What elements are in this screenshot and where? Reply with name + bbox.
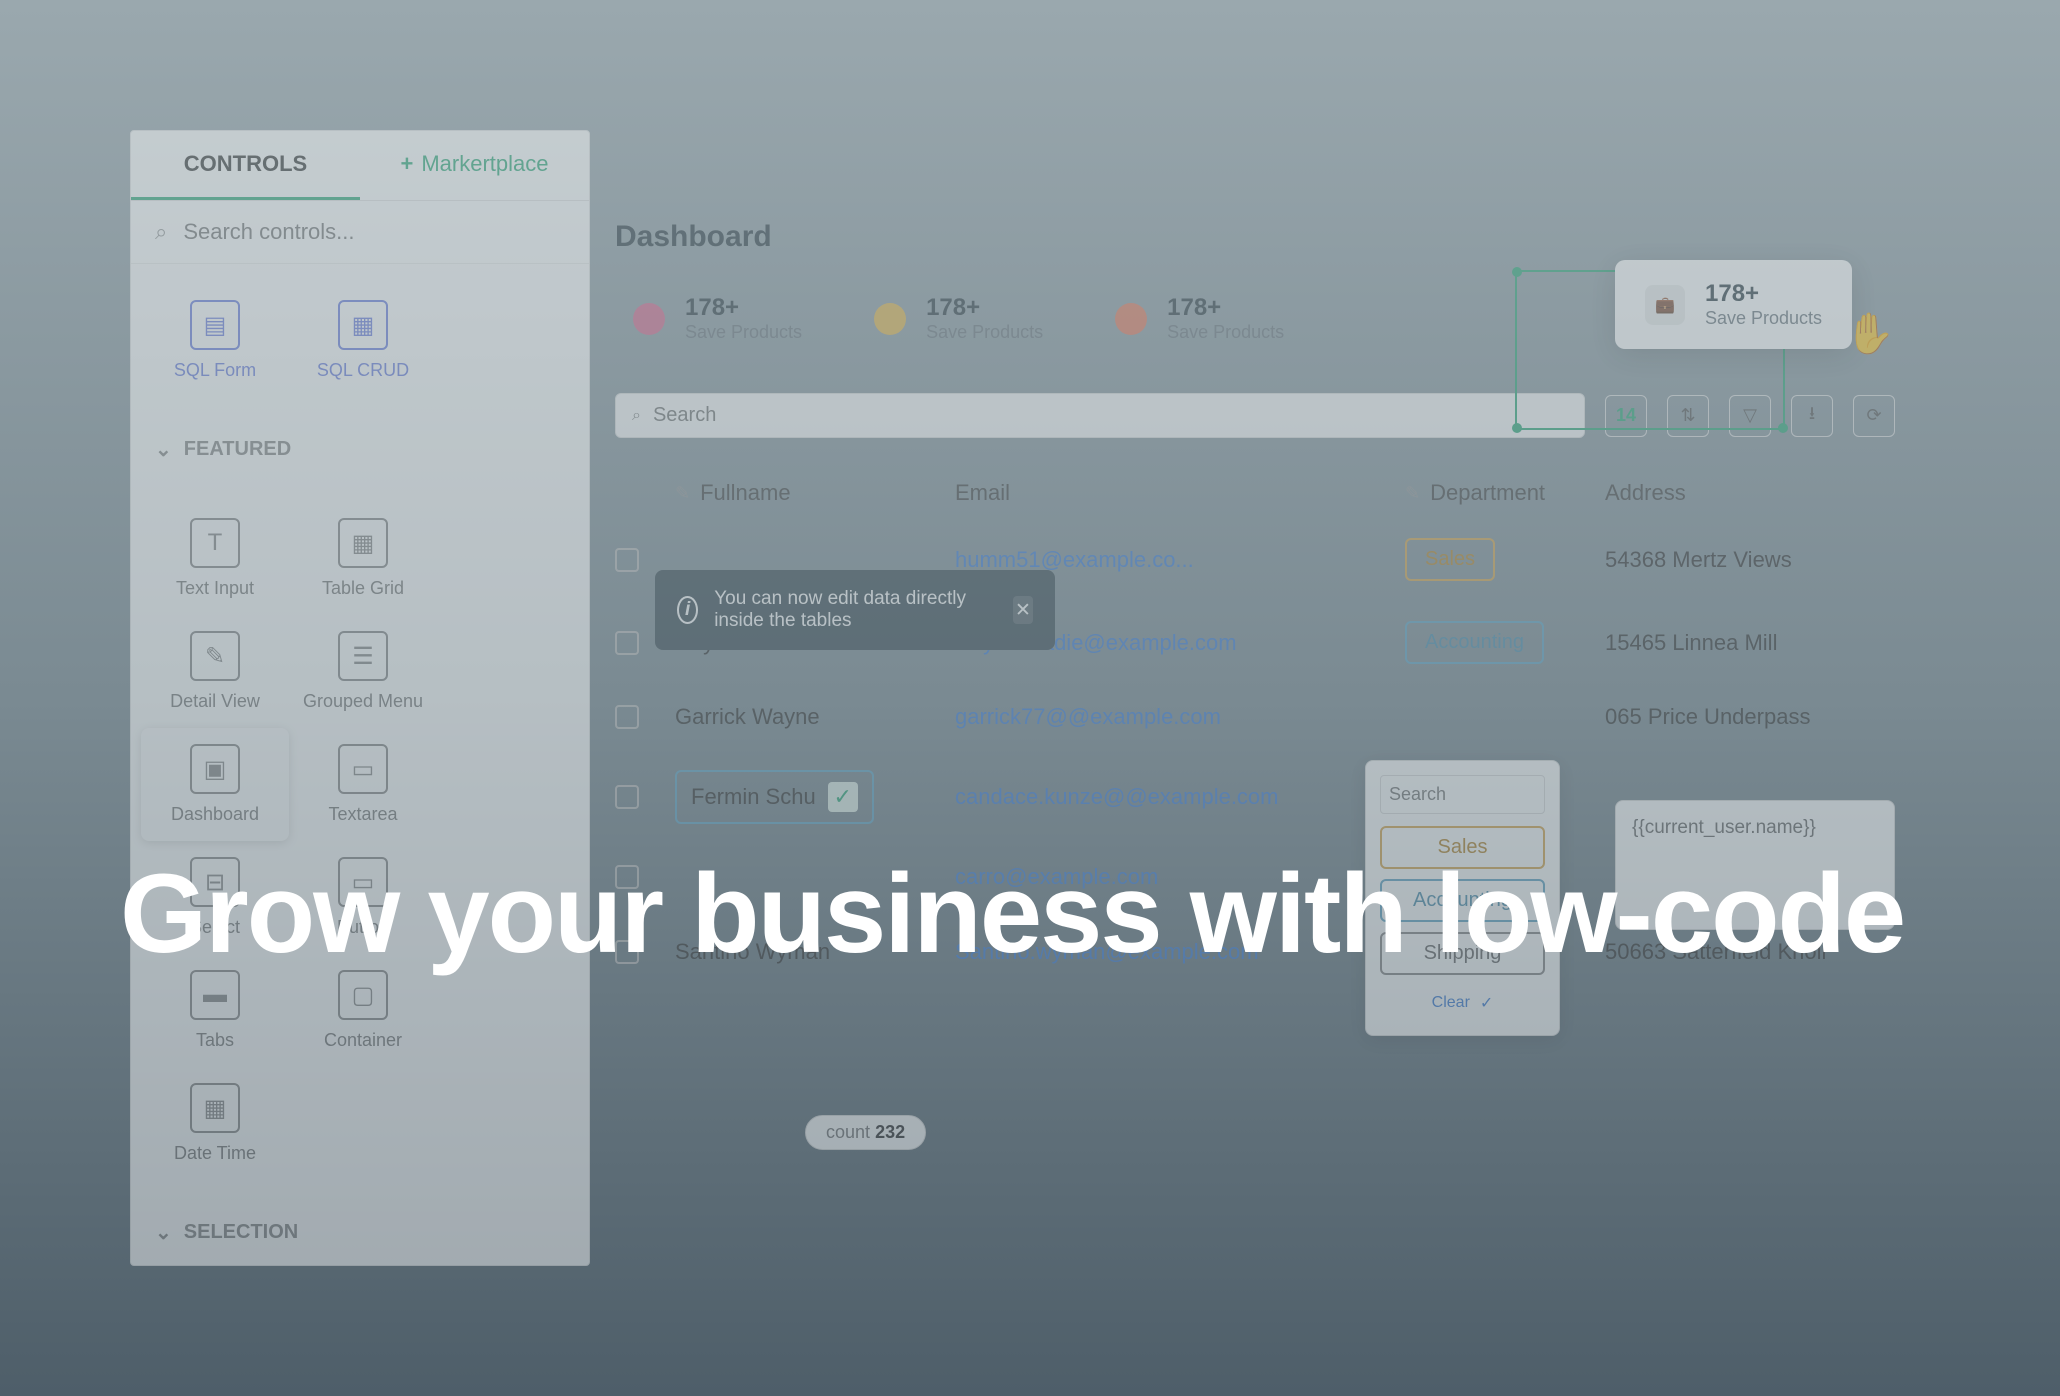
control-dashboard[interactable]: ▣Dashboard [141,728,289,841]
table-search[interactable]: ⌕ [615,393,1585,438]
grid-icon: ▦ [338,518,388,568]
resize-handle[interactable] [1512,423,1522,433]
row-checkbox[interactable] [615,631,639,655]
marketing-headline: Grow your business with low-code [120,850,1904,979]
floating-metric-card[interactable]: 💼 178+Save Products [1615,260,1852,349]
resize-handle[interactable] [1512,267,1522,277]
sidebar-tabs: CONTROLS +Markertplace [131,131,589,201]
clear-button[interactable]: Clear✓ [1380,985,1545,1021]
grab-cursor-icon: ✋ [1845,310,1895,357]
controls-search-input[interactable] [183,219,565,245]
table-row[interactable]: Garrick Wayne garrick77@@example.com 065… [615,684,1895,750]
metric-card: 178+Save Products [1097,284,1302,353]
table-header: ✎Fullname Email ✎Department Address [615,468,1895,518]
row-checkbox[interactable] [615,548,639,572]
calendar-icon: ▦ [190,1083,240,1133]
textarea-icon: ▭ [338,744,388,794]
dept-badge: Sales [1405,538,1495,581]
featured-header[interactable]: ⌄FEATURED [131,417,589,482]
tab-controls[interactable]: CONTROLS [131,131,360,200]
menu-icon: ☰ [338,631,388,681]
metric-card: 178+Save Products [856,284,1061,353]
dot-icon [1115,303,1147,335]
name-edit-input[interactable]: Fermin Schu✓ [675,770,874,824]
info-icon: i [677,596,698,624]
plus-icon: + [400,151,413,176]
control-table-grid[interactable]: ▦Table Grid [289,502,437,615]
wand-icon: ✎ [190,631,240,681]
resize-handle[interactable] [1778,423,1788,433]
control-detail-view[interactable]: ✎Detail View [141,615,289,728]
dashboard-icon: ▣ [190,744,240,794]
control-sql-form[interactable]: ▤SQL Form [141,284,289,397]
controls-search[interactable]: ⌕ [131,201,589,264]
edit-icon: ✎ [675,483,690,504]
dept-badge: Accounting [1405,621,1544,664]
close-icon[interactable]: ✕ [1013,596,1033,624]
featured-controls: TText Input ▦Table Grid ✎Detail View ☰Gr… [131,482,589,1200]
controls-sidebar: CONTROLS +Markertplace ⌕ ▤SQL Form ▦SQL … [130,130,590,1266]
control-text-input[interactable]: TText Input [141,502,289,615]
edit-icon: ✎ [1405,483,1420,504]
briefcase-icon: 💼 [1645,285,1685,325]
dot-icon [633,303,665,335]
page-title: Dashboard [615,220,1895,254]
dot-icon [874,303,906,335]
table-search-input[interactable] [653,404,1568,427]
search-icon: ⌕ [155,219,167,245]
top-controls: ▤SQL Form ▦SQL CRUD [131,264,589,417]
selection-header[interactable]: ⌄SELECTION [131,1200,589,1265]
refresh-button[interactable]: ⟳ [1853,395,1895,437]
edit-tooltip: i You can now edit data directly inside … [655,570,1055,650]
table-icon: ▦ [338,300,388,350]
row-checkbox[interactable] [615,705,639,729]
chevron-down-icon: ⌄ [155,1220,172,1245]
dropdown-search[interactable] [1380,775,1545,814]
row-count: count 232 [805,1115,926,1150]
control-sql-crud[interactable]: ▦SQL CRUD [289,284,437,397]
tab-marketplace[interactable]: +Markertplace [360,131,589,200]
control-textarea[interactable]: ▭Textarea [289,728,437,841]
search-icon: ⌕ [632,407,641,425]
row-checkbox[interactable] [615,785,639,809]
text-icon: T [190,518,240,568]
confirm-icon[interactable]: ✓ [828,782,858,812]
chevron-down-icon: ⌄ [155,437,172,462]
control-date-time[interactable]: ▦Date Time [141,1067,289,1180]
download-button[interactable]: ⭳ [1791,395,1833,437]
check-icon: ✓ [1480,993,1493,1013]
form-icon: ▤ [190,300,240,350]
control-grouped-menu[interactable]: ☰Grouped Menu [289,615,437,728]
metric-card: 178+Save Products [615,284,820,353]
